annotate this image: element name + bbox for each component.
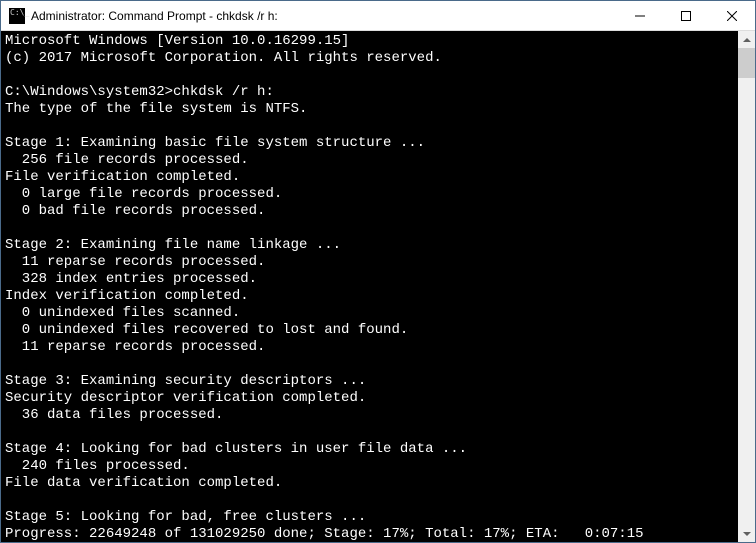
maximize-icon [681, 11, 691, 21]
chevron-up-icon [743, 38, 751, 42]
close-button[interactable] [709, 1, 755, 30]
scrollbar-thumb[interactable] [738, 48, 755, 78]
minimize-icon [635, 11, 645, 21]
vertical-scrollbar[interactable] [738, 31, 755, 542]
window-title: Administrator: Command Prompt - chkdsk /… [31, 9, 617, 23]
maximize-button[interactable] [663, 1, 709, 30]
minimize-button[interactable] [617, 1, 663, 30]
scrollbar-track[interactable] [738, 48, 755, 525]
cmd-icon [9, 8, 25, 24]
console-output[interactable]: Microsoft Windows [Version 10.0.16299.15… [1, 31, 738, 542]
close-icon [727, 11, 737, 21]
scroll-up-button[interactable] [738, 31, 755, 48]
window-controls [617, 1, 755, 30]
scroll-down-button[interactable] [738, 525, 755, 542]
window-titlebar: Administrator: Command Prompt - chkdsk /… [1, 1, 755, 31]
chevron-down-icon [743, 532, 751, 536]
console-area: Microsoft Windows [Version 10.0.16299.15… [1, 31, 755, 542]
